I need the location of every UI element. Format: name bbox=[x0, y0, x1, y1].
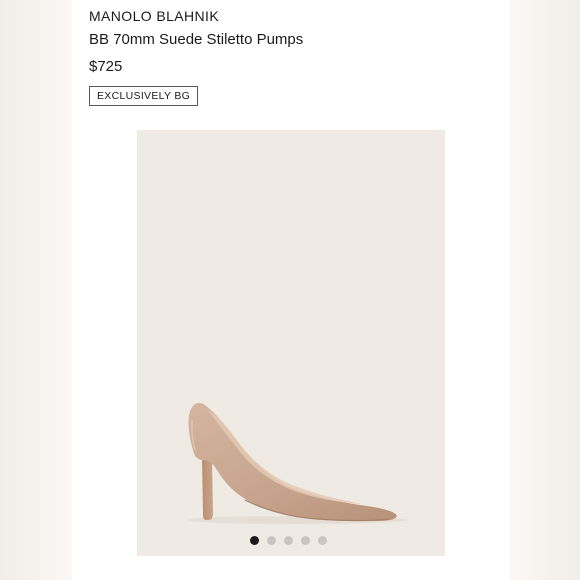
right-blurred-margin bbox=[510, 0, 580, 580]
carousel-dot-2[interactable] bbox=[267, 536, 276, 545]
exclusive-badge-label: EXCLUSIVELY BG bbox=[97, 90, 191, 102]
carousel-dot-5[interactable] bbox=[318, 536, 327, 545]
product-price: $725 bbox=[89, 58, 123, 75]
product-title: BB 70mm Suede Stiletto Pumps bbox=[89, 31, 304, 48]
left-blurred-margin bbox=[0, 0, 72, 580]
shoe-image bbox=[187, 402, 407, 524]
carousel-dot-3[interactable] bbox=[284, 536, 293, 545]
carousel-dot-1[interactable] bbox=[250, 536, 259, 545]
product-page: MANOLO BLAHNIK BB 70mm Suede Stiletto Pu… bbox=[0, 0, 580, 580]
carousel-dots bbox=[250, 536, 327, 545]
carousel-dot-4[interactable] bbox=[301, 536, 310, 545]
exclusive-badge: EXCLUSIVELY BG bbox=[89, 86, 199, 106]
product-image-carousel[interactable] bbox=[137, 130, 445, 556]
brand-name[interactable]: MANOLO BLAHNIK bbox=[89, 8, 219, 24]
